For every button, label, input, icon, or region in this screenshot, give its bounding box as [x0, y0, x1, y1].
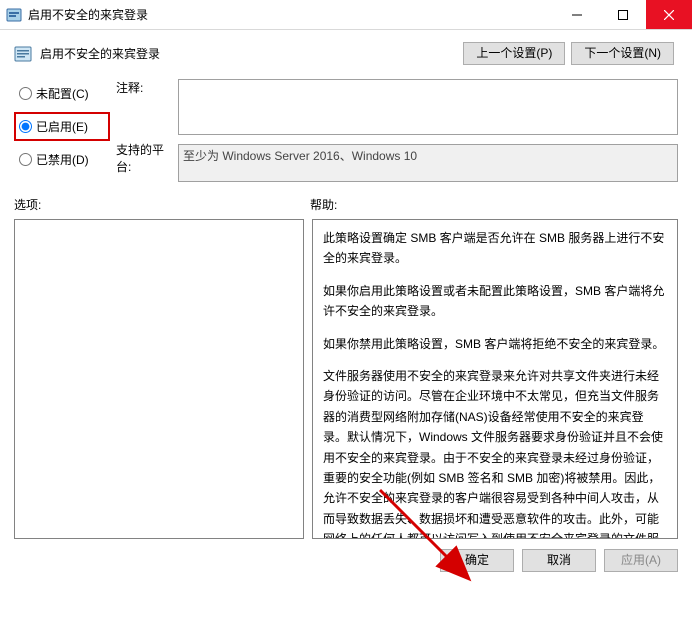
maximize-button[interactable]: [600, 0, 646, 29]
policy-title: 启用不安全的来宾登录: [40, 45, 160, 62]
section-labels: 选项: 帮助:: [0, 182, 692, 219]
titlebar: 启用不安全的来宾登录: [0, 0, 692, 30]
radio-not-configured-label: 未配置(C): [36, 85, 89, 102]
field-labels-col: 注释: 支持的平台:: [116, 79, 172, 175]
help-label: 帮助:: [310, 196, 337, 213]
options-pane: [14, 219, 304, 539]
policy-icon: [14, 45, 32, 63]
platform-label: 支持的平台:: [116, 141, 172, 175]
comment-textarea[interactable]: [178, 79, 678, 135]
cancel-button[interactable]: 取消: [522, 549, 596, 572]
help-paragraph: 如果你禁用此策略设置，SMB 客户端将拒绝不安全的来宾登录。: [323, 334, 667, 354]
config-area: 未配置(C) 已启用(E) 已禁用(D) 注释: 支持的平台: 至少为 Wind…: [0, 73, 692, 182]
header-row: 启用不安全的来宾登录 上一个设置(P) 下一个设置(N): [0, 30, 692, 73]
options-label: 选项:: [14, 196, 310, 213]
comment-label: 注释:: [116, 79, 172, 141]
footer: 确定 取消 应用(A): [0, 539, 692, 582]
help-pane[interactable]: 此策略设置确定 SMB 客户端是否允许在 SMB 服务器上进行不安全的来宾登录。…: [312, 219, 678, 539]
supported-platform-box: 至少为 Windows Server 2016、Windows 10: [178, 144, 678, 182]
radio-disabled-input[interactable]: [19, 153, 32, 166]
help-paragraph: 如果你启用此策略设置或者未配置此策略设置，SMB 客户端将允许不安全的来宾登录。: [323, 281, 667, 322]
panes: 此策略设置确定 SMB 客户端是否允许在 SMB 服务器上进行不安全的来宾登录。…: [0, 219, 692, 539]
fields-col: 至少为 Windows Server 2016、Windows 10: [178, 79, 678, 182]
radio-disabled[interactable]: 已禁用(D): [14, 145, 110, 174]
minimize-button[interactable]: [554, 0, 600, 29]
radio-enabled-label: 已启用(E): [36, 118, 88, 135]
close-button[interactable]: [646, 0, 692, 29]
help-paragraph: 此策略设置确定 SMB 客户端是否允许在 SMB 服务器上进行不安全的来宾登录。: [323, 228, 667, 269]
state-radio-group: 未配置(C) 已启用(E) 已禁用(D): [14, 79, 110, 178]
ok-button[interactable]: 确定: [440, 549, 514, 572]
window-controls: [554, 0, 692, 29]
radio-enabled[interactable]: 已启用(E): [14, 112, 110, 141]
help-paragraph: 文件服务器使用不安全的来宾登录来允许对共享文件夹进行未经身份验证的访问。尽管在企…: [323, 366, 667, 539]
next-setting-button[interactable]: 下一个设置(N): [571, 42, 674, 65]
app-icon: [6, 7, 22, 23]
radio-disabled-label: 已禁用(D): [36, 151, 89, 168]
apply-button[interactable]: 应用(A): [604, 549, 678, 572]
radio-enabled-input[interactable]: [19, 120, 32, 133]
radio-not-configured[interactable]: 未配置(C): [14, 79, 110, 108]
radio-not-configured-input[interactable]: [19, 87, 32, 100]
previous-setting-button[interactable]: 上一个设置(P): [463, 42, 565, 65]
window-title: 启用不安全的来宾登录: [28, 6, 148, 23]
